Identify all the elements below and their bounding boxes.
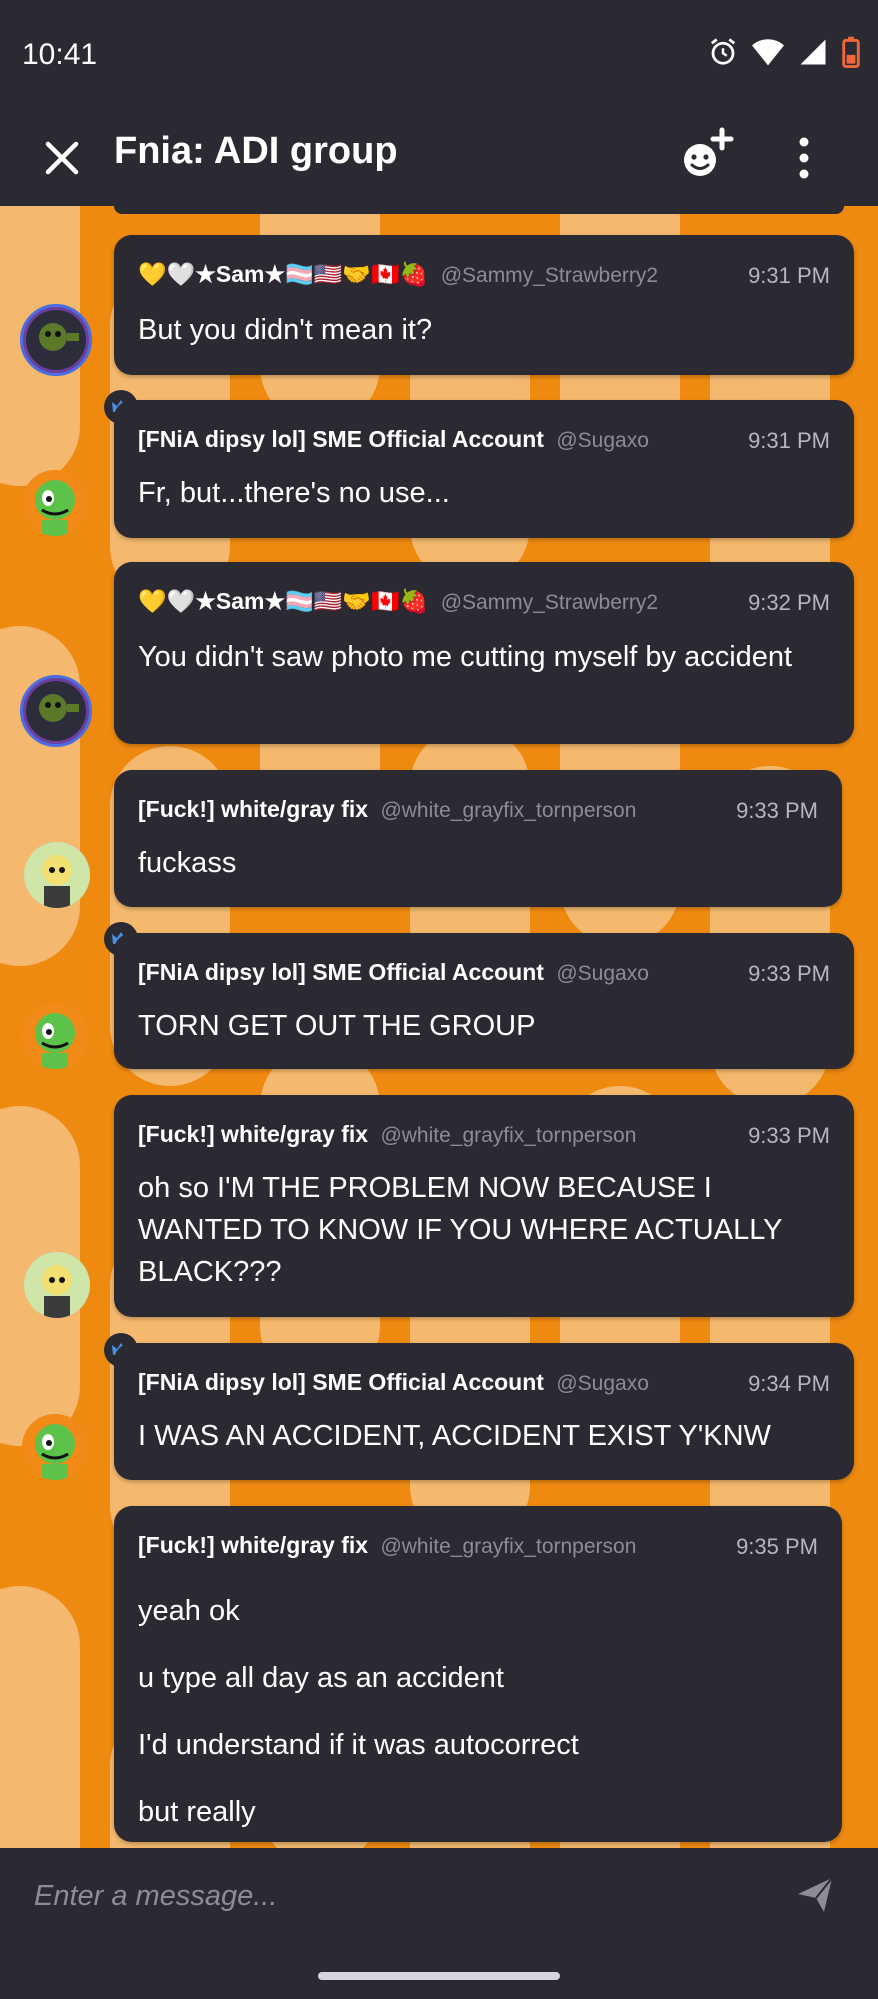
- avatar-sme[interactable]: [22, 1414, 88, 1480]
- more-options-button[interactable]: [778, 128, 830, 188]
- message-time: 9:32 PM: [738, 590, 830, 616]
- sender-handle: @Sammy_Strawberry2: [440, 591, 659, 614]
- status-bar: 10:41: [0, 0, 878, 110]
- message-time: 9:35 PM: [726, 1534, 818, 1560]
- sender-handle: @white_grayfix_tornperson: [380, 799, 637, 822]
- message-header: [FNiA dipsy lol] SME Official Account @S…: [138, 426, 830, 456]
- message-header: [Fuck!] white/gray fix @white_grayfix_to…: [138, 796, 818, 826]
- message-bubble[interactable]: 💛🤍★Sam★🏳️‍⚧️🇺🇸🤝🇨🇦🍓 @Sammy_Strawberry2 9:…: [114, 562, 854, 744]
- message-line: yeah ok: [138, 1595, 240, 1627]
- sender-name: [FNiA dipsy lol] SME Official Account: [138, 426, 544, 452]
- message-text: yeah ok u type all day as an accident I'…: [138, 1578, 818, 1846]
- message-bubble[interactable]: [FNiA dipsy lol] SME Official Account @S…: [114, 933, 854, 1069]
- sender-name: [Fuck!] white/gray fix: [138, 1121, 369, 1147]
- message-text: But you didn't mean it?: [138, 314, 433, 346]
- sender-handle: @Sammy_Strawberry2: [440, 264, 659, 287]
- message-text: oh so I'M THE PROBLEM NOW BECAUSE I WANT…: [138, 1172, 783, 1288]
- message-header: [FNiA dipsy lol] SME Official Account @S…: [138, 1369, 830, 1399]
- message-text: fuckass: [138, 847, 237, 879]
- sender-name: [FNiA dipsy lol] SME Official Account: [138, 1369, 544, 1395]
- message-input[interactable]: [32, 1872, 776, 1920]
- avatar-sme-icon: [22, 1414, 88, 1480]
- status-time: 10:41: [22, 38, 98, 71]
- avatar-sam[interactable]: [20, 675, 92, 747]
- previous-message-edge: [114, 206, 844, 214]
- message-line: I'd understand if it was autocorrect: [138, 1729, 579, 1761]
- sender-name: 💛🤍★Sam★🏳️‍⚧️🇺🇸🤝🇨🇦🍓: [138, 261, 429, 287]
- avatar-sme[interactable]: [22, 470, 88, 536]
- wifi-icon: [752, 39, 784, 66]
- message-header: [Fuck!] white/gray fix @white_grayfix_to…: [138, 1121, 830, 1151]
- avatar-sam-icon: [26, 310, 86, 370]
- signal-icon: [800, 39, 826, 65]
- send-icon: [798, 1877, 833, 1912]
- add-member-icon: [684, 127, 734, 176]
- message-header: 💛🤍★Sam★🏳️‍⚧️🇺🇸🤝🇨🇦🍓 @Sammy_Strawberry2 9:…: [138, 261, 830, 291]
- avatar-fix[interactable]: [24, 1252, 90, 1318]
- message-text: TORN GET OUT THE GROUP: [138, 1010, 536, 1042]
- sender-handle: @white_grayfix_tornperson: [380, 1535, 637, 1558]
- message-time: 9:33 PM: [738, 961, 830, 987]
- sender-handle: @Sugaxo: [556, 962, 649, 985]
- message-time: 9:33 PM: [738, 1123, 830, 1149]
- message-time: 9:34 PM: [738, 1371, 830, 1397]
- page-title: Fnia: ADI group: [114, 130, 398, 172]
- message-line: u type all day as an accident: [138, 1662, 504, 1694]
- close-icon: [45, 141, 79, 175]
- message-time: 9:31 PM: [738, 428, 830, 454]
- message-header: [Fuck!] white/gray fix @white_grayfix_to…: [138, 1532, 818, 1562]
- sender-handle: @Sugaxo: [556, 1372, 649, 1395]
- message-bubble[interactable]: [Fuck!] white/gray fix @white_grayfix_to…: [114, 1506, 842, 1842]
- message-bubble[interactable]: 💛🤍★Sam★🏳️‍⚧️🇺🇸🤝🇨🇦🍓 @Sammy_Strawberry2 9:…: [114, 235, 854, 375]
- sender-name: [Fuck!] white/gray fix: [138, 796, 369, 822]
- sender-name: 💛🤍★Sam★🏳️‍⚧️🇺🇸🤝🇨🇦🍓: [138, 588, 429, 614]
- alarm-icon: [710, 38, 736, 65]
- avatar-fix[interactable]: [24, 842, 90, 908]
- avatar-sam[interactable]: [20, 304, 92, 376]
- message-text: Fr, but...there's no use...: [138, 477, 450, 509]
- message-bubble[interactable]: [FNiA dipsy lol] SME Official Account @S…: [114, 1343, 854, 1480]
- message-time: 9:33 PM: [726, 798, 818, 824]
- add-member-button[interactable]: [676, 124, 740, 188]
- message-header: [FNiA dipsy lol] SME Official Account @S…: [138, 959, 830, 989]
- status-icons: [708, 36, 860, 68]
- avatar-fix-icon: [24, 842, 90, 908]
- sender-name: [FNiA dipsy lol] SME Official Account: [138, 959, 544, 985]
- avatar-sme-icon: [22, 1003, 88, 1069]
- battery-icon: [842, 36, 860, 68]
- home-indicator[interactable]: [318, 1972, 560, 1980]
- avatar-sme[interactable]: [22, 1003, 88, 1069]
- message-text: You didn't saw photo me cutting myself b…: [138, 641, 793, 673]
- sender-handle: @Sugaxo: [556, 429, 649, 452]
- message-line: but really: [138, 1796, 256, 1828]
- sender-name: [Fuck!] white/gray fix: [138, 1532, 369, 1558]
- message-header: 💛🤍★Sam★🏳️‍⚧️🇺🇸🤝🇨🇦🍓 @Sammy_Strawberry2 9:…: [138, 588, 830, 618]
- more-vertical-icon: [799, 137, 809, 179]
- avatar-sam-icon: [26, 681, 86, 741]
- sender-handle: @white_grayfix_tornperson: [380, 1124, 637, 1147]
- avatar-fix-icon: [24, 1252, 90, 1318]
- message-bubble[interactable]: [Fuck!] white/gray fix @white_grayfix_to…: [114, 1095, 854, 1317]
- close-button[interactable]: [36, 132, 88, 184]
- send-button[interactable]: [792, 1870, 840, 1918]
- message-bubble[interactable]: [Fuck!] white/gray fix @white_grayfix_to…: [114, 770, 842, 907]
- avatar-sme-icon: [22, 470, 88, 536]
- message-bubble[interactable]: [FNiA dipsy lol] SME Official Account @S…: [114, 400, 854, 538]
- app-bar: Fnia: ADI group: [0, 110, 878, 206]
- message-input-bar: [0, 1848, 878, 1999]
- message-text: I WAS AN ACCIDENT, ACCIDENT EXIST Y'KNW: [138, 1420, 771, 1452]
- message-time: 9:31 PM: [738, 263, 830, 289]
